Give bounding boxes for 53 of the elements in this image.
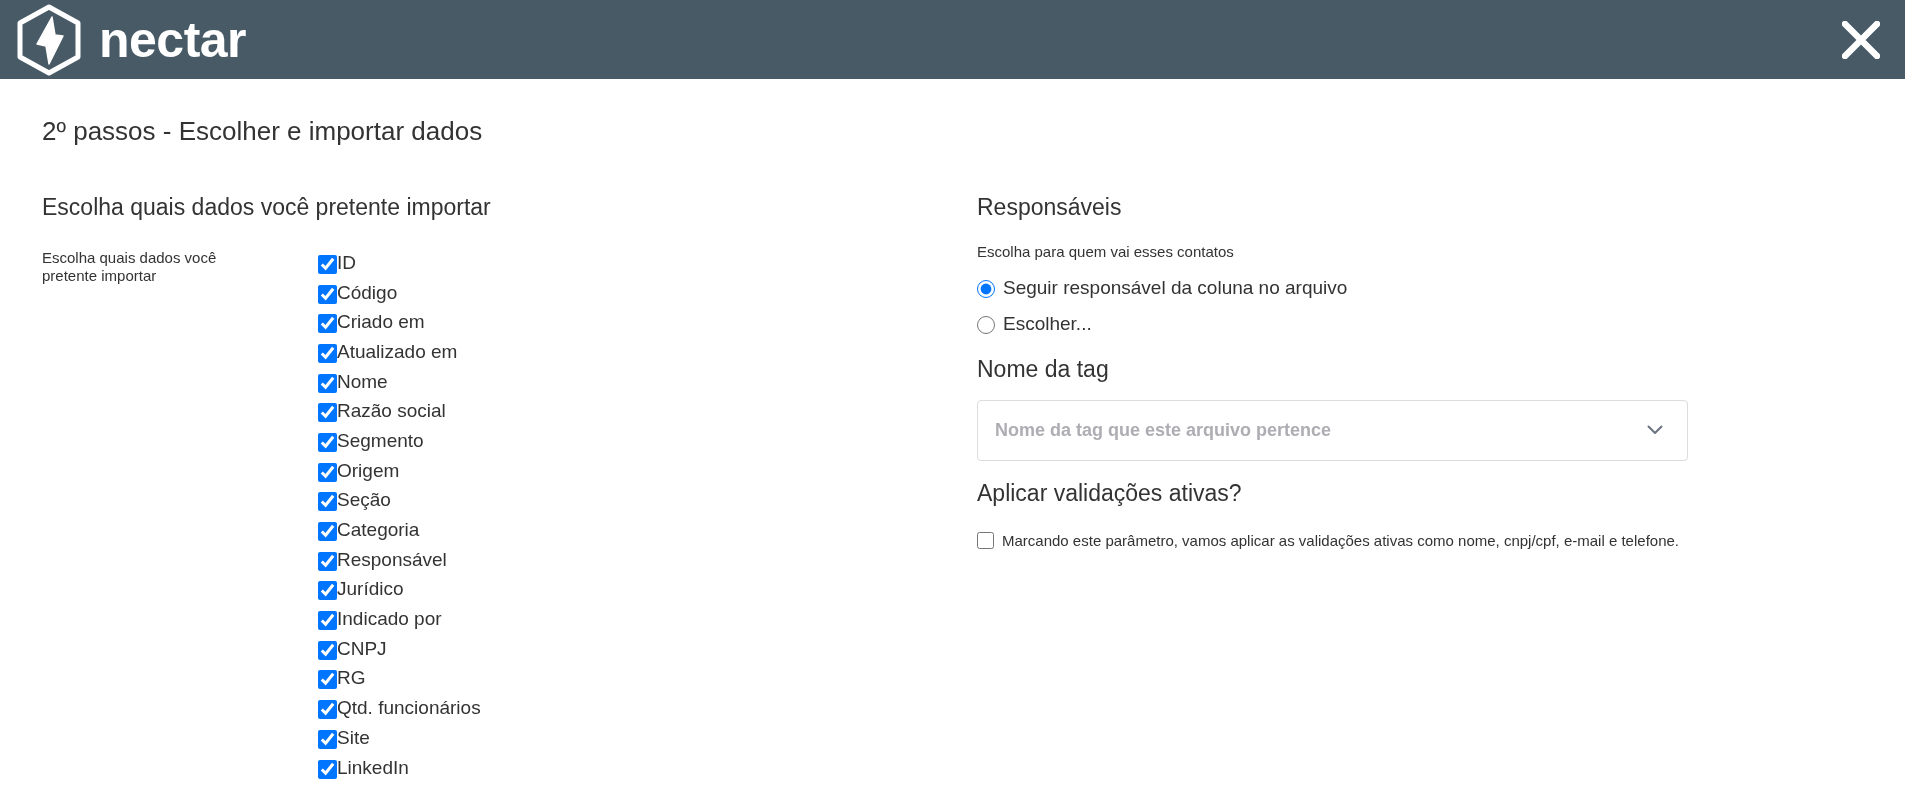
checkbox-label[interactable]: CNPJ <box>337 637 387 660</box>
checkbox-label[interactable]: Código <box>337 281 398 304</box>
checkbox[interactable] <box>977 532 994 549</box>
checkbox-label[interactable]: Indicado por <box>337 608 442 631</box>
section-heading: Aplicar validações ativas? <box>977 478 1243 507</box>
radio-button[interactable] <box>977 279 995 298</box>
checkbox[interactable] <box>318 551 337 571</box>
checkbox[interactable] <box>318 373 337 393</box>
checkbox[interactable] <box>318 729 337 749</box>
radio-label[interactable]: Seguir responsável da coluna no arquivo <box>1003 276 1348 299</box>
checkbox-label[interactable]: Atualizado em <box>337 340 458 363</box>
field-label: Escolha quais dados você pretente importar <box>42 249 218 285</box>
checkbox-label[interactable]: Marcando este parâmetro, vamos aplicar as validações ativas como nome, cnpj/cpf, e-mail e telefone. <box>1002 531 1679 550</box>
checkbox[interactable] <box>318 522 337 542</box>
checkbox[interactable] <box>318 403 337 423</box>
radio-label[interactable]: Escolher... <box>1003 312 1092 335</box>
checkbox-label[interactable]: Nome <box>337 370 388 393</box>
page-title: 2º passos - Escolher e importar dados <box>42 115 484 147</box>
checkbox[interactable] <box>318 314 337 334</box>
checkbox-label[interactable]: Segmento <box>337 429 424 452</box>
checkbox-label[interactable]: RG <box>337 667 366 690</box>
checkbox-label[interactable]: ID <box>337 251 356 274</box>
checkbox-label[interactable]: Seção <box>337 489 391 512</box>
checkbox-label[interactable]: LinkedIn <box>337 756 409 779</box>
checkbox[interactable] <box>318 759 337 779</box>
checkbox[interactable] <box>318 640 337 660</box>
checkbox[interactable] <box>318 611 337 631</box>
checkbox-label[interactable]: Jurídico <box>337 578 404 601</box>
close-icon[interactable] <box>1842 20 1880 59</box>
logo-text: nectar <box>99 13 247 66</box>
checkbox[interactable] <box>318 700 337 720</box>
checkbox[interactable] <box>318 254 337 274</box>
checkbox-label[interactable]: Qtd. funcionários <box>337 697 481 720</box>
prompt-text: Escolha para quem vai esses contatos <box>977 243 1235 261</box>
checkbox-label[interactable]: Origem <box>337 459 400 482</box>
checkbox[interactable] <box>318 343 337 363</box>
section-heading: Nome da tag <box>977 354 1110 383</box>
checkbox[interactable] <box>318 581 337 601</box>
checkbox[interactable] <box>318 284 337 304</box>
section-heading: Escolha quais dados você pretente importar <box>42 193 492 221</box>
section-heading: Responsáveis <box>977 193 1123 221</box>
checkbox[interactable] <box>318 432 337 452</box>
checkbox-label[interactable]: Criado em <box>337 311 425 334</box>
checkbox[interactable] <box>318 492 337 512</box>
checkbox-label[interactable]: Razão social <box>337 400 446 423</box>
bolt-hexagon-icon <box>15 3 83 76</box>
radio-button[interactable] <box>977 315 995 334</box>
chevron-down-icon <box>1647 425 1663 435</box>
checkbox[interactable] <box>318 462 337 482</box>
checkbox-label[interactable]: Responsável <box>337 548 447 571</box>
checkbox-label[interactable]: Site <box>337 726 370 749</box>
checkbox[interactable] <box>318 670 337 690</box>
checkbox-label[interactable]: Categoria <box>337 519 420 542</box>
